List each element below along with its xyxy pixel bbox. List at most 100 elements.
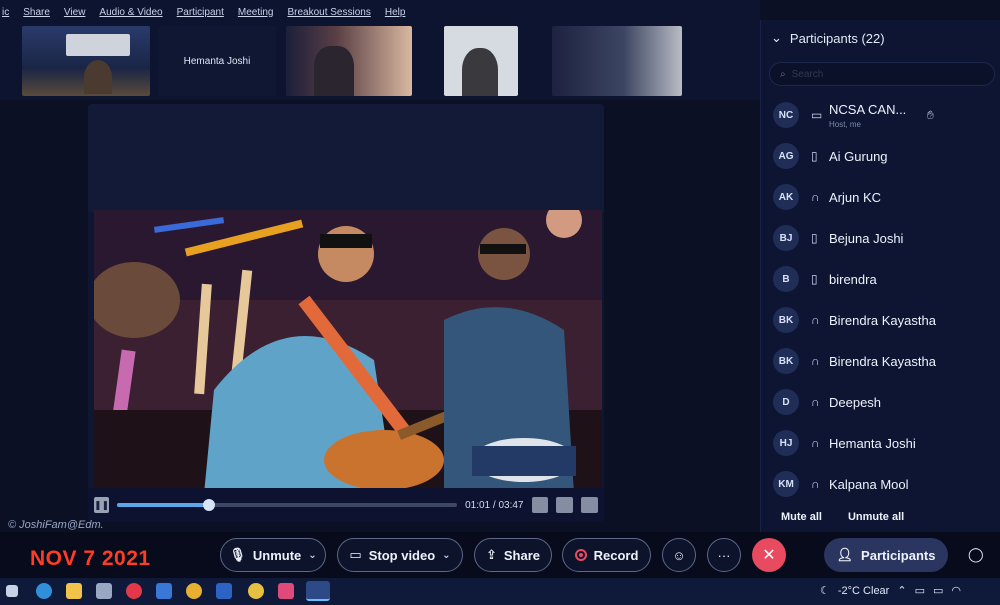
video-controls: ❚❚ 01:01 / 03:47 (88, 488, 604, 522)
weather-readout[interactable]: -2°C Clear (838, 585, 889, 597)
progress-handle[interactable] (202, 499, 215, 511)
word-icon[interactable] (216, 583, 232, 599)
volume-button[interactable] (531, 497, 549, 513)
menu-item-participant[interactable]: Participant (177, 7, 224, 18)
display-icon[interactable]: ▭ (933, 584, 943, 597)
fullscreen-button[interactable] (581, 497, 598, 513)
headset-icon: ∩ (811, 477, 820, 491)
video-progress-bar[interactable] (117, 499, 458, 511)
participant-row[interactable]: BK ∩ Birendra Kayastha (761, 342, 1000, 380)
participant-row[interactable]: BJ ▯ Bejuna Joshi (761, 219, 1000, 257)
avatar: BJ (773, 225, 799, 251)
participant-row[interactable]: B ▯ birendra (761, 260, 1000, 298)
participant-row[interactable]: AG ▯ Ai Gurung (761, 137, 1000, 175)
video-thumbnail[interactable] (552, 26, 682, 96)
unmute-all-button[interactable]: Unmute all (848, 511, 904, 523)
participant-name: Birendra Kayastha (829, 353, 936, 369)
menu-item-meeting[interactable]: Meeting (238, 7, 274, 18)
headset-icon: ∩ (811, 354, 820, 368)
headset-icon: ∩ (811, 436, 820, 450)
more-options-button[interactable]: ··· (707, 538, 741, 572)
participant-name: Birendra Kayastha (829, 312, 936, 328)
menu-item-breakout-sessions[interactable]: Breakout Sessions (287, 7, 370, 18)
leave-meeting-button[interactable]: ✕ (752, 538, 786, 572)
video-thumbnail[interactable] (286, 26, 412, 96)
reactions-button[interactable]: ☺ (662, 538, 696, 572)
raise-hand-icon[interactable]: ✋︎ (927, 108, 934, 123)
wifi-icon[interactable]: ◠ (951, 584, 961, 597)
weather-icon: ☾ (820, 585, 830, 597)
app-icon[interactable] (278, 583, 294, 599)
edge-browser-icon[interactable] (36, 583, 52, 599)
chevron-down-icon[interactable]: ⌄ (308, 550, 316, 561)
avatar: BK (773, 348, 799, 374)
chrome-icon[interactable] (186, 583, 202, 599)
participants-toggle-button[interactable]: 👤︎ Participants (824, 538, 948, 572)
time-total: 03:47 (498, 499, 524, 511)
webex-icon[interactable] (306, 581, 330, 601)
video-camera-icon: ▭ (349, 547, 362, 562)
file-explorer-icon[interactable] (66, 583, 82, 599)
video-thumbnail[interactable]: Hemanta Joshi (158, 26, 276, 96)
chevron-down-icon[interactable]: ⌄ (442, 550, 450, 561)
participant-name: NCSA CAN... (829, 102, 907, 117)
store-icon[interactable] (96, 583, 112, 599)
close-icon: ✕ (762, 547, 776, 564)
thumbnail-label (286, 26, 412, 96)
avatar: D (773, 389, 799, 415)
more-label: ··· (717, 547, 731, 563)
video-thumbnail[interactable] (444, 26, 518, 96)
avatar: KM (773, 471, 799, 497)
task-view-icon[interactable] (6, 585, 18, 597)
search-placeholder: Search (791, 68, 824, 80)
avatar: BK (773, 307, 799, 333)
avatar: AG (773, 143, 799, 169)
record-button[interactable]: Record (562, 538, 651, 572)
app-icon[interactable] (248, 583, 264, 599)
microphone-muted-icon: 🎙︎ (229, 547, 246, 562)
menu-item-partial[interactable]: ic (2, 7, 9, 18)
avatar: B (773, 266, 799, 292)
unmute-label: Unmute (252, 547, 302, 563)
thumbnail-label: Hemanta Joshi (183, 55, 251, 67)
avatar: HJ (773, 430, 799, 456)
video-thumbnail-strip: Hemanta Joshi (0, 22, 760, 100)
participant-row[interactable]: KM ∩ Kalpana Mool (761, 465, 1000, 503)
thumbnail-label (444, 26, 518, 96)
menu-bar: ic Share View Audio & Video Participant … (0, 0, 760, 24)
menu-item-view[interactable]: View (64, 7, 86, 18)
photo-date-stamp: NOV 7 2021 (30, 547, 151, 570)
menu-item-share[interactable]: Share (23, 7, 50, 18)
stop-video-button[interactable]: ▭ Stop video ⌄ (337, 538, 463, 572)
chevron-up-icon[interactable]: ⌃ (897, 584, 906, 597)
mute-all-button[interactable]: Mute all (781, 511, 822, 523)
participants-toggle-label: Participants (861, 547, 936, 563)
headset-icon: ∩ (811, 190, 820, 204)
app-icon[interactable] (126, 583, 142, 599)
menu-item-help[interactable]: Help (385, 7, 406, 18)
chat-icon[interactable]: ◯ (968, 546, 984, 563)
record-label: Record (593, 547, 639, 563)
participant-row[interactable]: BK ∩ Birendra Kayastha (761, 301, 1000, 339)
participant-search[interactable]: ⌕ Search (769, 62, 995, 86)
video-letterbox (88, 104, 604, 212)
phone-icon: ▯ (811, 149, 818, 163)
participant-row[interactable]: NC ▭ NCSA CAN... Host, me ✋︎ (761, 96, 1000, 134)
unmute-button[interactable]: 🎙︎ Unmute ⌄ (220, 538, 326, 572)
share-button[interactable]: ⇪ Share (474, 538, 552, 572)
participants-panel-footer: Mute all Unmute all (761, 502, 1000, 532)
participant-name: Bejuna Joshi (829, 230, 904, 246)
share-label: Share (503, 547, 541, 563)
phone-icon: ▯ (811, 272, 818, 286)
mail-icon[interactable] (156, 583, 172, 599)
participant-row[interactable]: AK ∩ Arjun KC (761, 178, 1000, 216)
participants-panel-header[interactable]: ⌄ Participants (22) (761, 26, 1000, 50)
video-frame[interactable] (94, 210, 602, 494)
participant-row[interactable]: HJ ∩ Hemanta Joshi (761, 424, 1000, 462)
video-thumbnail[interactable] (22, 26, 150, 96)
pause-button[interactable]: ❚❚ (94, 497, 110, 513)
settings-button[interactable] (556, 497, 574, 513)
participant-row[interactable]: D ∩ Deepesh (761, 383, 1000, 421)
menu-item-audio-video[interactable]: Audio & Video (99, 7, 162, 18)
network-icon[interactable]: ▭ (915, 584, 925, 597)
